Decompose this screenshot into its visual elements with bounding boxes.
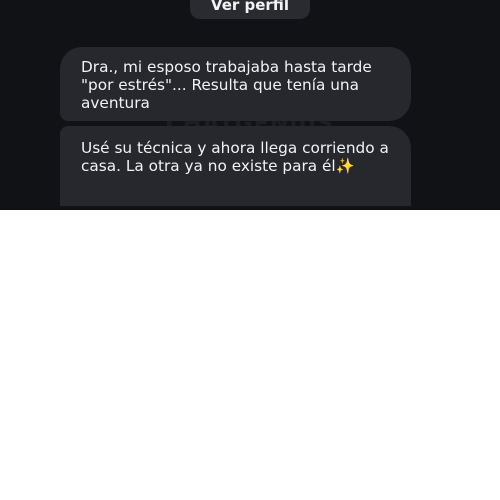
message-text: Dra., mi esposo trabajaba hasta tarde "p… — [81, 58, 372, 112]
chat-panel: Ver perfil CHATGENIUS Dra., mi esposo tr… — [0, 0, 500, 210]
sparkles-icon: ✨ — [335, 157, 355, 175]
message-bubble: Dra., mi esposo trabajaba hasta tarde "p… — [60, 47, 411, 121]
view-profile-button[interactable]: Ver perfil — [190, 0, 310, 19]
view-profile-label: Ver perfil — [210, 0, 290, 14]
message-bubble: Usé su técnica y ahora llega corriendo a… — [60, 126, 411, 206]
